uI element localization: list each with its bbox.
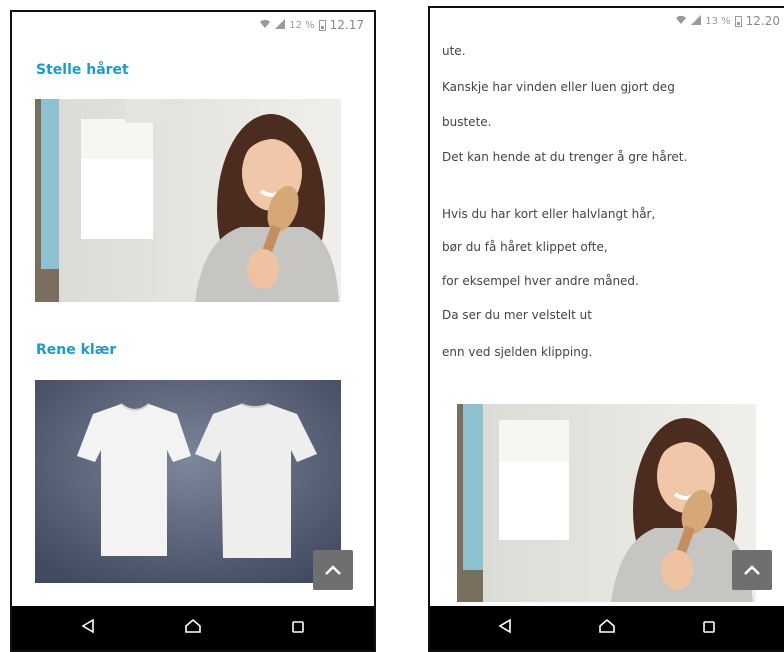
home-icon	[184, 618, 202, 638]
android-nav-bar	[12, 606, 374, 650]
recents-button[interactable]	[280, 610, 316, 646]
battery-level: 12 %	[289, 19, 315, 31]
status-bar: 12 % 12.17	[12, 12, 374, 38]
text-line: Hvis du har kort eller halvlangt hår,	[442, 207, 656, 221]
home-icon	[598, 618, 616, 638]
battery-icon	[734, 15, 742, 27]
chevron-up-icon	[324, 561, 342, 580]
photo-girl-brushing-hair	[35, 99, 341, 302]
text-line: Da ser du mer velstelt ut	[442, 308, 592, 322]
back-button[interactable]	[487, 610, 523, 646]
scroll-to-top-button[interactable]	[732, 550, 772, 590]
photo-girl-brushing-hair	[457, 404, 756, 602]
battery-icon	[318, 19, 326, 31]
status-bar: 13 % 12.20	[430, 8, 784, 34]
phone-screen-right: 13 % 12.20 ute. Kanskje har vinden eller…	[428, 6, 784, 652]
chevron-up-icon	[743, 561, 761, 580]
text-line: Kanskje har vinden eller luen gjort deg	[442, 80, 675, 94]
text-line: ute.	[442, 44, 466, 58]
home-button[interactable]	[589, 610, 625, 646]
heading-hair-care: Stelle håret	[36, 62, 129, 78]
back-icon	[81, 618, 95, 638]
wifi-icon	[259, 19, 271, 32]
battery-level: 13 %	[705, 15, 731, 27]
home-button[interactable]	[175, 610, 211, 646]
text-line: Det kan hende at du trenger å gre håret.	[442, 150, 688, 164]
scroll-to-top-button[interactable]	[313, 550, 353, 590]
recents-button[interactable]	[691, 610, 727, 646]
text-line: bør du få håret klippet ofte,	[442, 240, 608, 254]
heading-clean-clothes: Rene klær	[36, 342, 117, 358]
back-icon	[498, 618, 512, 638]
recents-icon	[702, 619, 716, 638]
text-line: bustete.	[442, 115, 492, 129]
android-nav-bar	[430, 606, 784, 650]
clock: 12.17	[329, 18, 364, 32]
back-button[interactable]	[70, 610, 106, 646]
text-line: enn ved sjelden klipping.	[442, 345, 593, 359]
text-line: for eksempel hver andre måned.	[442, 274, 639, 288]
signal-icon	[691, 14, 702, 28]
photo-white-tshirts	[35, 380, 341, 583]
signal-icon	[275, 18, 286, 32]
clock: 12.20	[745, 14, 780, 28]
phone-screen-left: 12 % 12.17 Stelle håret Rene klær	[10, 10, 376, 652]
wifi-icon	[675, 15, 687, 28]
recents-icon	[291, 619, 305, 638]
